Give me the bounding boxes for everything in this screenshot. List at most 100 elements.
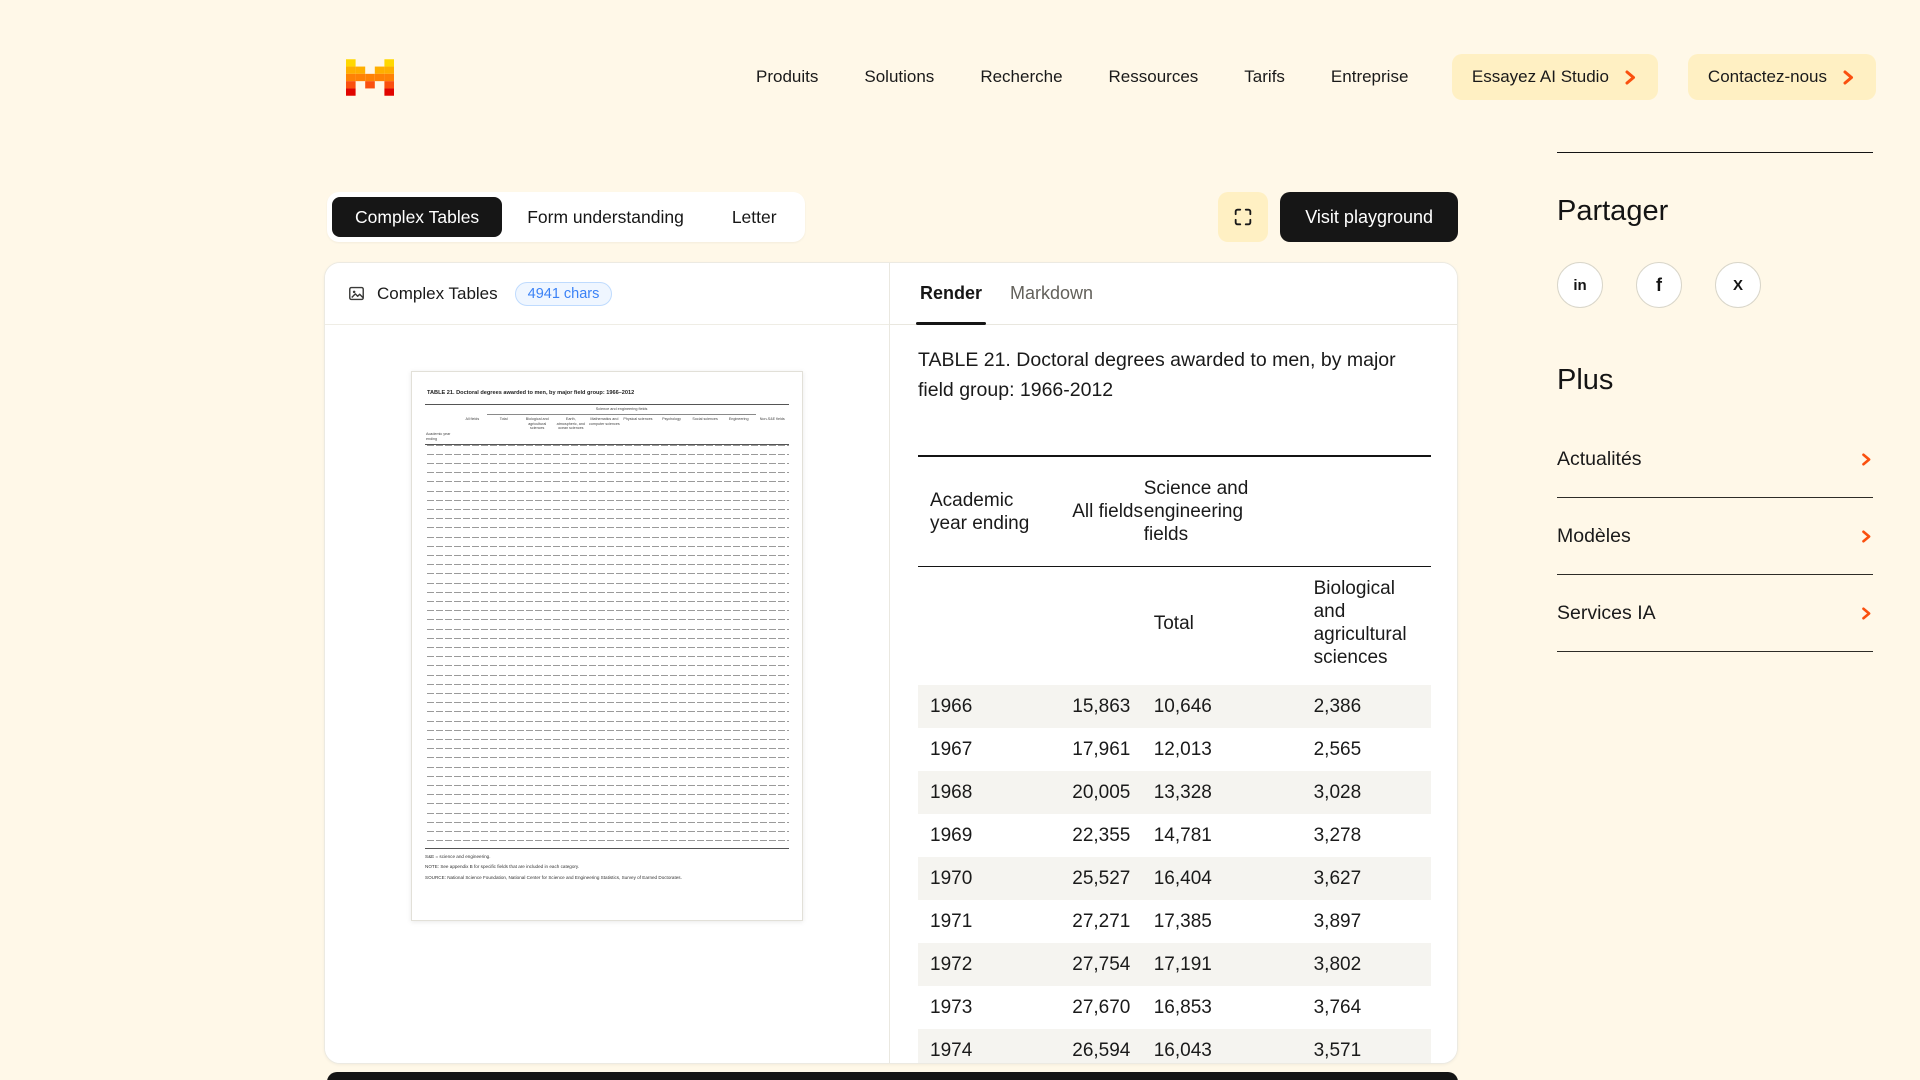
year-cell: 1967 <box>918 728 1046 771</box>
scan-column-header: Engineering <box>722 415 756 444</box>
all-fields-cell: 20,005 <box>1046 771 1143 814</box>
table-row: 197426,59416,0433,571 <box>918 1029 1431 1063</box>
bio-agri-cell: 3,897 <box>1298 900 1431 943</box>
demo-tabs: Complex TablesForm understandingLetter <box>327 192 805 242</box>
scan-span-header-row: Science and engineering fields <box>425 405 789 415</box>
scan-column-header: Earth, atmospheric, and ocean sciences <box>554 415 588 444</box>
mistral-pixel-m-logo-icon <box>346 59 394 96</box>
visit-playground-button[interactable]: Visit playground <box>1280 192 1458 242</box>
bio-agri-cell: 3,764 <box>1298 986 1431 1029</box>
document-panel: Complex Tables 4941 chars TABLE 21. Doct… <box>325 263 890 1063</box>
demo-tab-complex-tables[interactable]: Complex Tables <box>332 197 502 237</box>
sidebar: Partager infX Plus ActualitésModèlesServ… <box>1557 152 1873 652</box>
sae-total-cell: 16,404 <box>1144 857 1298 900</box>
demo-tab-form-understanding[interactable]: Form understanding <box>504 197 707 237</box>
scan-column-header: Physical sciences <box>621 415 655 444</box>
header-empty <box>918 567 1046 686</box>
page: Produits Solutions Recherche Ressources Tari… <box>0 0 1920 1080</box>
table-row: 197327,67016,8533,764 <box>918 986 1431 1029</box>
bio-agri-cell: 3,028 <box>1298 771 1431 814</box>
header-total: Total <box>1144 567 1298 686</box>
next-section-peek <box>327 1072 1458 1080</box>
all-fields-cell: 15,863 <box>1046 685 1143 728</box>
x-icon: X <box>1733 277 1743 294</box>
all-fields-cell: 22,355 <box>1046 814 1143 857</box>
image-icon <box>347 284 366 303</box>
header-empty <box>1046 567 1143 686</box>
header-ctas: Essayez AI Studio Contactez-nous <box>1452 54 1876 100</box>
chevron-right-icon <box>1860 607 1873 620</box>
chevron-right-icon <box>1860 530 1873 543</box>
more-link-actualites[interactable]: Actualités <box>1557 421 1873 498</box>
sae-total-cell: 12,013 <box>1144 728 1298 771</box>
mistral-logo[interactable] <box>346 59 394 96</box>
sae-total-cell: 14,781 <box>1144 814 1298 857</box>
more-title: Plus <box>1557 364 1873 397</box>
nav-item-entreprise[interactable]: Entreprise <box>1331 67 1408 87</box>
scan-column-header: All fields <box>458 415 487 444</box>
nav-item-tarifs[interactable]: Tarifs <box>1244 67 1285 87</box>
output-tab-render[interactable]: Render <box>906 263 996 324</box>
nav-item-solutions[interactable]: Solutions <box>864 67 934 87</box>
sae-total-cell: 10,646 <box>1144 685 1298 728</box>
site-header: Produits Solutions Recherche Ressources Tari… <box>346 52 1876 102</box>
chevron-right-icon <box>1623 70 1638 85</box>
scan-column-header: Biological and agricultural sciences <box>520 415 554 444</box>
facebook-share-button[interactable]: f <box>1636 262 1682 308</box>
year-cell: 1974 <box>918 1029 1046 1063</box>
contact-label: Contactez-nous <box>1708 67 1827 87</box>
try-ai-studio-button[interactable]: Essayez AI Studio <box>1452 54 1658 100</box>
scan-note: NOTE: See appendix B for specific fields… <box>425 864 789 870</box>
bio-agri-cell: 3,571 <box>1298 1029 1431 1063</box>
demo-tab-letter[interactable]: Letter <box>709 197 800 237</box>
header-sae-span: Science and engineering fields <box>1144 456 1431 567</box>
scan-column-header: Psychology <box>655 415 689 444</box>
contact-button[interactable]: Contactez-nous <box>1688 54 1876 100</box>
x-share-button[interactable]: X <box>1715 262 1761 308</box>
output-tab-markdown[interactable]: Markdown <box>996 263 1107 324</box>
more-link-modeles[interactable]: Modèles <box>1557 498 1873 575</box>
scan-column-header: Academic year ending <box>425 415 458 444</box>
main-nav: Produits Solutions Recherche Ressources Tari… <box>756 67 1408 87</box>
table-row: 196922,35514,7813,278 <box>918 814 1431 857</box>
scan-column-header: Total <box>487 415 521 444</box>
year-cell: 1966 <box>918 685 1046 728</box>
expand-scan-icon <box>1232 206 1254 228</box>
demo-card: Complex Tables 4941 chars TABLE 21. Doct… <box>324 262 1458 1064</box>
sae-total-cell: 16,043 <box>1144 1029 1298 1063</box>
facebook-icon: f <box>1656 275 1662 296</box>
chevron-right-icon <box>1860 453 1873 466</box>
nav-item-produits[interactable]: Produits <box>756 67 818 87</box>
table-row: 196820,00513,3283,028 <box>918 771 1431 814</box>
rendered-table: Academic year ending All fields Science … <box>918 455 1431 1063</box>
nav-item-recherche[interactable]: Recherche <box>980 67 1062 87</box>
more-link-label: Modèles <box>1557 525 1631 548</box>
scan-column-header: Mathematics and computer sciences <box>588 415 622 444</box>
table-header-row-2: Total Biological and agricultural scienc… <box>918 567 1431 686</box>
expand-button[interactable] <box>1218 192 1268 242</box>
table-header-row-1: Academic year ending All fields Science … <box>918 456 1431 567</box>
linkedin-share-button[interactable]: in <box>1557 262 1603 308</box>
bio-agri-cell: 2,386 <box>1298 685 1431 728</box>
all-fields-cell: 27,670 <box>1046 986 1143 1029</box>
table-body: 196615,86310,6462,386196717,96112,0132,5… <box>918 685 1431 1063</box>
social-buttons: in f X <box>1557 262 1873 308</box>
table-row: 197025,52716,4043,627 <box>918 857 1431 900</box>
output-tabs: RenderMarkdown <box>890 263 1457 325</box>
more-link-services-ia[interactable]: Services IA <box>1557 575 1873 652</box>
table-row: 197127,27117,3853,897 <box>918 900 1431 943</box>
nav-item-ressources[interactable]: Ressources <box>1109 67 1199 87</box>
bio-agri-cell: 3,802 <box>1298 943 1431 986</box>
rendered-table-title: TABLE 21. Doctoral degrees awarded to me… <box>918 345 1416 405</box>
scan-table-body <box>425 445 789 849</box>
scan-span-header: Science and engineering fields <box>596 407 648 411</box>
table-row: 196717,96112,0132,565 <box>918 728 1431 771</box>
more-links: Actualités Modèles Services IA <box>1557 421 1873 652</box>
sae-total-cell: 16,853 <box>1144 986 1298 1029</box>
scan-notes: S&E = science and engineering. NOTE: See… <box>425 854 789 881</box>
sae-total-cell: 17,385 <box>1144 900 1298 943</box>
scan-source: SOURCE: National Science Foundation, Nat… <box>425 875 789 881</box>
all-fields-cell: 27,271 <box>1046 900 1143 943</box>
all-fields-cell: 27,754 <box>1046 943 1143 986</box>
more-link-label: Actualités <box>1557 448 1642 471</box>
